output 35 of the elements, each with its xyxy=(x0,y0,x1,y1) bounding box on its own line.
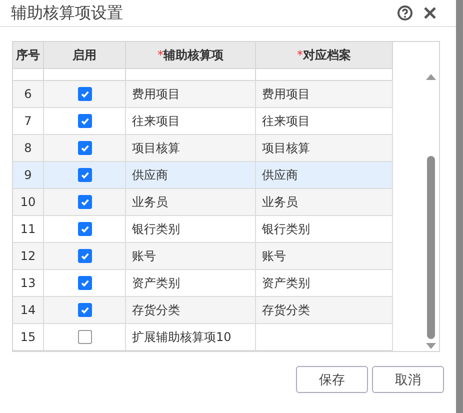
check-icon xyxy=(80,197,90,207)
dialog-button[interactable]: 保存 xyxy=(296,366,368,393)
checkbox[interactable] xyxy=(78,330,92,344)
check-icon xyxy=(80,224,90,234)
checkbox[interactable] xyxy=(78,249,92,263)
check-icon xyxy=(80,305,90,315)
scrollbar-thumb[interactable] xyxy=(427,156,435,339)
scroll-up-icon[interactable] xyxy=(426,74,436,80)
check-icon xyxy=(80,170,90,180)
table-cell: 15 xyxy=(13,324,44,351)
check-icon xyxy=(80,278,90,288)
checkbox[interactable] xyxy=(78,141,92,155)
window-title: 辅助核算项设置 xyxy=(11,2,124,24)
required-mark: * xyxy=(158,48,164,62)
table-cell: 扩展辅助核算项10 xyxy=(126,324,256,351)
check-icon xyxy=(80,116,90,126)
column-header: 对应档案 xyxy=(303,46,351,64)
check-icon xyxy=(80,89,90,99)
checkbox[interactable] xyxy=(78,195,92,209)
check-icon xyxy=(80,143,90,153)
checkbox[interactable] xyxy=(78,168,92,182)
dialog-button[interactable]: 取消 xyxy=(372,366,444,393)
check-icon xyxy=(80,251,90,261)
column-header: 序号 xyxy=(16,46,40,64)
checkbox[interactable] xyxy=(78,87,92,101)
checkbox[interactable] xyxy=(78,114,92,128)
close-icon[interactable] xyxy=(423,6,437,20)
scroll-down-icon[interactable] xyxy=(426,343,436,349)
checkbox[interactable] xyxy=(78,276,92,290)
required-mark: * xyxy=(297,48,303,62)
checkbox[interactable] xyxy=(78,303,92,317)
help-icon[interactable] xyxy=(397,5,413,21)
column-header: 辅助核算项 xyxy=(164,46,224,64)
checkbox[interactable] xyxy=(78,222,92,236)
column-header: 启用 xyxy=(72,46,96,64)
